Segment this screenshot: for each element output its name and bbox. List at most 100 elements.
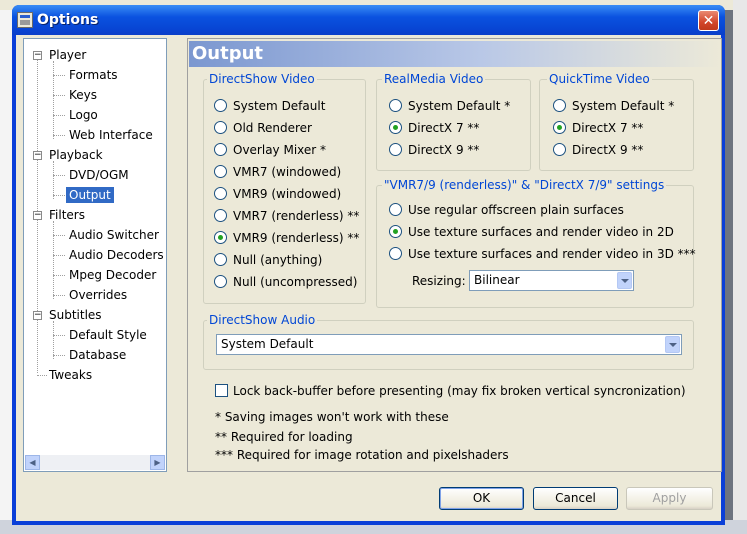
tree-line	[53, 75, 65, 76]
ok-button[interactable]: OK	[439, 487, 524, 510]
app-icon[interactable]	[17, 12, 33, 28]
tree-line	[53, 255, 65, 256]
radio-unchecked-icon[interactable]	[214, 121, 227, 134]
radio-label: Use texture surfaces and render video in…	[408, 247, 696, 261]
panel-header	[189, 41, 720, 67]
directshow-video-label: DirectShow Video	[207, 72, 317, 86]
tree-item-mpeg-decoder[interactable]: Mpeg Decoder	[69, 267, 156, 283]
tree-item-keys[interactable]: Keys	[69, 87, 97, 103]
resizing-select[interactable]: Bilinear	[469, 270, 634, 291]
radio-unchecked-icon[interactable]	[389, 247, 402, 260]
radio-label: System Default *	[572, 99, 675, 113]
scroll-left-icon: ◀	[29, 458, 36, 467]
tree-item-web-interface[interactable]: Web Interface	[69, 127, 153, 143]
panel-title: Output	[192, 43, 264, 64]
tree-item-player[interactable]: Player	[49, 47, 86, 63]
radio-label: Use regular offscreen plain surfaces	[408, 203, 624, 217]
radio-checked-icon[interactable]	[389, 225, 402, 238]
directshow-audio-select[interactable]: System Default	[216, 334, 682, 355]
radio-label: Null (anything)	[233, 253, 323, 267]
tree-item-logo[interactable]: Logo	[69, 107, 98, 123]
title-bar[interactable]: Options ✕	[12, 5, 725, 35]
radio-label: VMR7 (renderless) **	[233, 209, 360, 223]
tree-item-audio-switcher[interactable]: Audio Switcher	[69, 227, 159, 243]
tree-line	[53, 355, 65, 356]
scroll-right-button[interactable]: ▶	[150, 455, 165, 470]
tree-line	[53, 161, 54, 199]
chevron-down-icon[interactable]	[665, 336, 680, 353]
tree-item-playback[interactable]: Playback	[49, 147, 103, 163]
tree-line	[53, 115, 65, 116]
radio-unchecked-icon[interactable]	[214, 165, 227, 178]
tree-item-output[interactable]: Output	[66, 187, 114, 203]
radio-unchecked-icon[interactable]	[389, 143, 402, 156]
radio-unchecked-icon[interactable]	[214, 187, 227, 200]
chevron-down-icon[interactable]	[617, 272, 632, 289]
tree-line	[53, 321, 54, 359]
tree-line	[53, 61, 54, 139]
tree-item-database[interactable]: Database	[69, 347, 126, 363]
lock-backbuffer-label[interactable]: Lock back-buffer before presenting (may …	[233, 384, 686, 398]
tree-line	[53, 135, 65, 136]
radio-unchecked-icon[interactable]	[214, 253, 227, 266]
radio-label: DirectX 9 **	[408, 143, 480, 157]
radio-unchecked-icon[interactable]	[214, 275, 227, 288]
tree-line	[37, 375, 47, 376]
radio-unchecked-icon[interactable]	[214, 99, 227, 112]
tree-item-overrides[interactable]: Overrides	[69, 287, 127, 303]
radio-label: Overlay Mixer *	[233, 143, 327, 157]
radio-label: VMR7 (windowed)	[233, 165, 342, 179]
resizing-label: Resizing:	[412, 274, 466, 288]
tree-expander-icon[interactable]: −	[33, 311, 42, 320]
tree-expander-icon[interactable]: −	[33, 211, 42, 220]
tree-expander-icon[interactable]: −	[33, 151, 42, 160]
realmedia-video-label: RealMedia Video	[382, 72, 486, 86]
tree-line	[53, 95, 65, 96]
tree-item-default-style[interactable]: Default Style	[69, 327, 147, 343]
scroll-left-button[interactable]: ◀	[25, 455, 40, 470]
tree-item-formats[interactable]: Formats	[69, 67, 118, 83]
radio-unchecked-icon[interactable]	[214, 209, 227, 222]
tree-item-subtitles[interactable]: Subtitles	[49, 307, 102, 323]
radio-unchecked-icon[interactable]	[389, 99, 402, 112]
radio-label: Null (uncompressed)	[233, 275, 358, 289]
radio-label: VMR9 (renderless) **	[233, 231, 360, 245]
radio-unchecked-icon[interactable]	[553, 143, 566, 156]
note-required-rotation: *** Required for image rotation and pixe…	[215, 448, 509, 462]
tree-item-dvd-ogm[interactable]: DVD/OGM	[69, 167, 129, 183]
radio-label: DirectX 7 **	[408, 121, 480, 135]
note-saving-images: * Saving images won't work with these	[215, 410, 449, 424]
note-required-loading: ** Required for loading	[215, 430, 353, 444]
options-tree[interactable]: − Player Formats Keys Logo Web Interface − Play…	[23, 38, 167, 472]
scroll-right-icon: ▶	[154, 458, 161, 467]
tree-item-filters[interactable]: Filters	[49, 207, 85, 223]
tree-item-audio-decoders[interactable]: Audio Decoders	[69, 247, 164, 263]
tree-horizontal-scrollbar[interactable]: ◀ ▶	[25, 455, 165, 470]
tree-line	[53, 335, 65, 336]
radio-checked-icon[interactable]	[553, 121, 566, 134]
apply-button[interactable]: Apply	[626, 487, 713, 510]
tree-line	[53, 275, 65, 276]
quicktime-video-label: QuickTime Video	[547, 72, 652, 86]
cancel-button[interactable]: Cancel	[533, 487, 618, 510]
radio-unchecked-icon[interactable]	[553, 99, 566, 112]
tree-item-tweaks[interactable]: Tweaks	[49, 367, 92, 383]
lock-backbuffer-checkbox[interactable]	[215, 384, 228, 397]
tree-line	[53, 295, 65, 296]
radio-unchecked-icon[interactable]	[389, 203, 402, 216]
background-window-right	[733, 0, 747, 534]
radio-label: DirectX 7 **	[572, 121, 644, 135]
tree-expander-icon[interactable]: −	[33, 51, 42, 60]
radio-label: DirectX 9 **	[572, 143, 644, 157]
close-icon: ✕	[702, 13, 715, 29]
radio-checked-icon[interactable]	[389, 121, 402, 134]
tree-line	[53, 195, 65, 196]
close-button[interactable]: ✕	[698, 10, 719, 31]
radio-unchecked-icon[interactable]	[214, 143, 227, 156]
directshow-audio-label: DirectShow Audio	[207, 313, 318, 327]
radio-checked-icon[interactable]	[214, 231, 227, 244]
radio-label: VMR9 (windowed)	[233, 187, 342, 201]
vmr-settings-label: "VMR7/9 (renderless)" & "DirectX 7/9" se…	[382, 178, 667, 192]
tree-line	[53, 235, 65, 236]
radio-label: Use texture surfaces and render video in…	[408, 225, 674, 239]
